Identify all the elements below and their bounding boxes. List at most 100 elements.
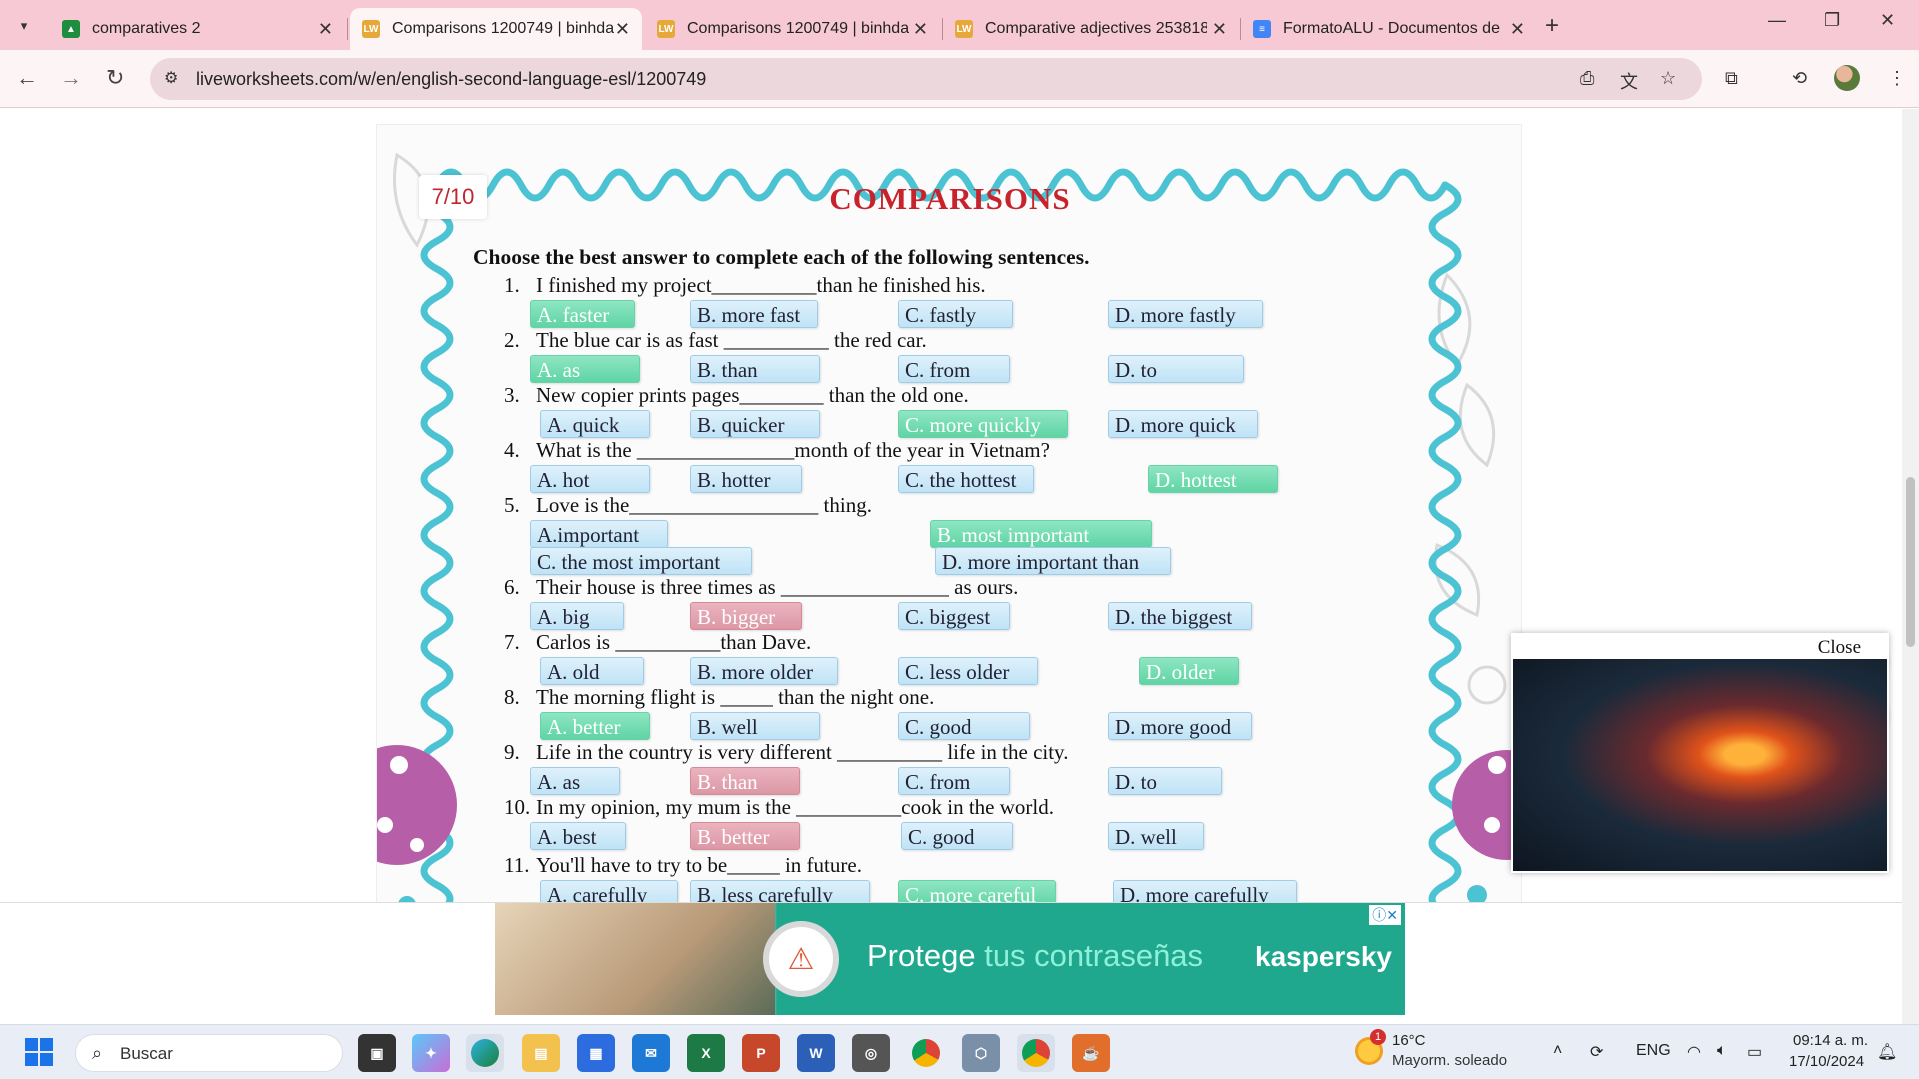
minimize-icon[interactable]: — [1768,10,1786,31]
close-icon[interactable]: ✕ [615,19,630,40]
answer-option[interactable]: C. the hottest [898,465,1034,493]
ad-close-icon[interactable]: ⓘ✕ [1369,905,1401,925]
answer-option[interactable]: C. fastly [898,300,1013,328]
answer-option[interactable]: B. quicker [690,410,820,438]
close-icon[interactable]: ✕ [318,19,333,40]
close-window-icon[interactable]: ✕ [1880,10,1895,31]
answer-option[interactable]: D. the biggest [1108,602,1252,630]
install-app-icon[interactable]: ⎙ [1580,68,1594,89]
menu-dots-icon[interactable]: ⋮ [1888,68,1906,89]
tab-comparative-adjectives[interactable]: LW Comparative adjectives 2538183 ✕ [943,8,1239,50]
translate-icon[interactable]: 文 [1620,68,1638,94]
store-icon[interactable]: ▦ [577,1034,615,1072]
answer-option[interactable]: D. more good [1108,712,1252,740]
wifi-icon[interactable]: ◠ [1687,1042,1701,1062]
tab-comparisons-2[interactable]: LW Comparisons 1200749 | binhdao ✕ [645,8,940,50]
close-icon[interactable]: ✕ [1510,19,1525,40]
page-scrollbar[interactable] [1902,109,1919,1024]
ad-banner[interactable]: ⚠ Protege tus contraseñas kaspersky ⓘ✕ [495,903,1405,1015]
answer-option[interactable]: B. than [690,355,820,383]
clock-time[interactable]: 09:14 a. m. [1793,1032,1868,1049]
answer-option[interactable]: C. good [901,822,1013,850]
tab-formato-alu[interactable]: ≡ FormatoALU - Documentos de Google ✕ [1241,8,1537,50]
address-bar[interactable]: ⚙ liveworksheets.com/w/en/english-second… [150,58,1702,100]
video-player[interactable] [1513,659,1887,871]
mail-icon[interactable]: ✉ [632,1034,670,1072]
answer-option[interactable]: B. than [690,767,800,795]
answer-option[interactable]: A. better [540,712,650,740]
java-icon[interactable]: ☕ [1072,1034,1110,1072]
answer-option[interactable]: C. from [898,767,1010,795]
edge-icon[interactable] [466,1034,504,1072]
avatar[interactable] [1834,65,1860,91]
notification-bell-icon[interactable]: 🔔︎ [1877,1042,1897,1062]
chrome-icon[interactable] [907,1034,945,1072]
forward-icon[interactable]: → [60,65,82,91]
answer-option[interactable]: C. more quickly [898,410,1068,438]
answer-option[interactable]: D. hottest [1148,465,1278,493]
site-info-icon[interactable]: ⚙ [164,68,178,88]
chevron-up-icon[interactable]: ˄ [1553,1042,1562,1060]
camera-icon[interactable]: ◎ [852,1034,890,1072]
windows-start-icon[interactable] [25,1038,53,1066]
clock-date[interactable]: 17/10/2024 [1789,1053,1864,1070]
word-icon[interactable]: W [797,1034,835,1072]
answer-option[interactable]: A. big [530,602,624,630]
video-close-button[interactable]: Close [1818,637,1861,659]
chrome-profile-icon[interactable] [1017,1034,1055,1072]
answer-option[interactable]: D. to [1108,767,1222,795]
task-view-icon[interactable]: ▣ [358,1034,396,1072]
answer-option[interactable]: C. less older [898,657,1038,685]
sync-icon[interactable]: ⟳ [1590,1042,1603,1062]
answer-option[interactable]: B. hotter [690,465,802,493]
language-indicator[interactable]: ENG [1636,1042,1671,1060]
close-icon[interactable]: ✕ [913,19,928,40]
question-number: 4. [504,438,520,462]
vpn-icon[interactable]: ⬡ [962,1034,1000,1072]
answer-option[interactable]: B. more fast [690,300,818,328]
answer-option[interactable]: A. hot [530,465,650,493]
answer-option[interactable]: A. faster [530,300,635,328]
answer-option[interactable]: A.important [530,520,668,548]
restore-icon[interactable]: ❐ [1824,10,1840,31]
excel-icon[interactable]: X [687,1034,725,1072]
battery-icon[interactable]: ▭ [1747,1042,1762,1062]
answer-option[interactable]: A. best [530,822,626,850]
answer-option[interactable]: B. better [690,822,800,850]
answer-option[interactable]: D. well [1108,822,1204,850]
copilot-icon[interactable]: ✦ [412,1034,450,1072]
performance-icon[interactable]: ⟲ [1792,68,1807,89]
extensions-icon[interactable]: ⧉ [1725,68,1738,89]
answer-option[interactable]: D. older [1139,657,1239,685]
powerpoint-icon[interactable]: P [742,1034,780,1072]
file-explorer-icon[interactable]: ▤ [522,1034,560,1072]
close-icon[interactable]: ✕ [1212,19,1227,40]
answer-option[interactable]: A. old [540,657,644,685]
answer-option[interactable]: A. as [530,767,620,795]
answer-option[interactable]: B. well [690,712,820,740]
tab-search-icon[interactable]: ▾ [10,12,38,40]
tab-comparatives-2[interactable]: ▲ comparatives 2 ✕ [50,8,345,50]
answer-option[interactable]: C. from [898,355,1010,383]
taskbar-search[interactable]: ⌕ Buscar [75,1034,343,1072]
answer-option[interactable]: D. more important than [935,547,1171,575]
tab-comparisons-active[interactable]: LW Comparisons 1200749 | binhdao ✕ [350,8,642,50]
answer-option[interactable]: A. as [530,355,640,383]
answer-option[interactable]: A. quick [540,410,650,438]
answer-option[interactable]: B. bigger [690,602,802,630]
answer-option[interactable]: B. most important [930,520,1152,548]
back-icon[interactable]: ← [16,65,38,91]
answer-option[interactable]: D. more quick [1108,410,1258,438]
bookmark-star-icon[interactable]: ☆ [1660,68,1676,89]
answer-option[interactable]: B. more older [690,657,838,685]
scrollbar-thumb[interactable] [1906,477,1915,647]
new-tab-icon[interactable]: + [1545,12,1559,40]
answer-option[interactable]: D. more fastly [1108,300,1263,328]
answer-option[interactable]: D. to [1108,355,1244,383]
answer-option[interactable]: C. good [898,712,1030,740]
answer-option[interactable]: C. biggest [898,602,1010,630]
url-text[interactable]: liveworksheets.com/w/en/english-second-l… [196,69,706,90]
reload-icon[interactable]: ↻ [106,65,124,91]
answer-option[interactable]: C. the most important [530,547,752,575]
volume-icon[interactable]: 🔈︎ [1717,1042,1727,1060]
